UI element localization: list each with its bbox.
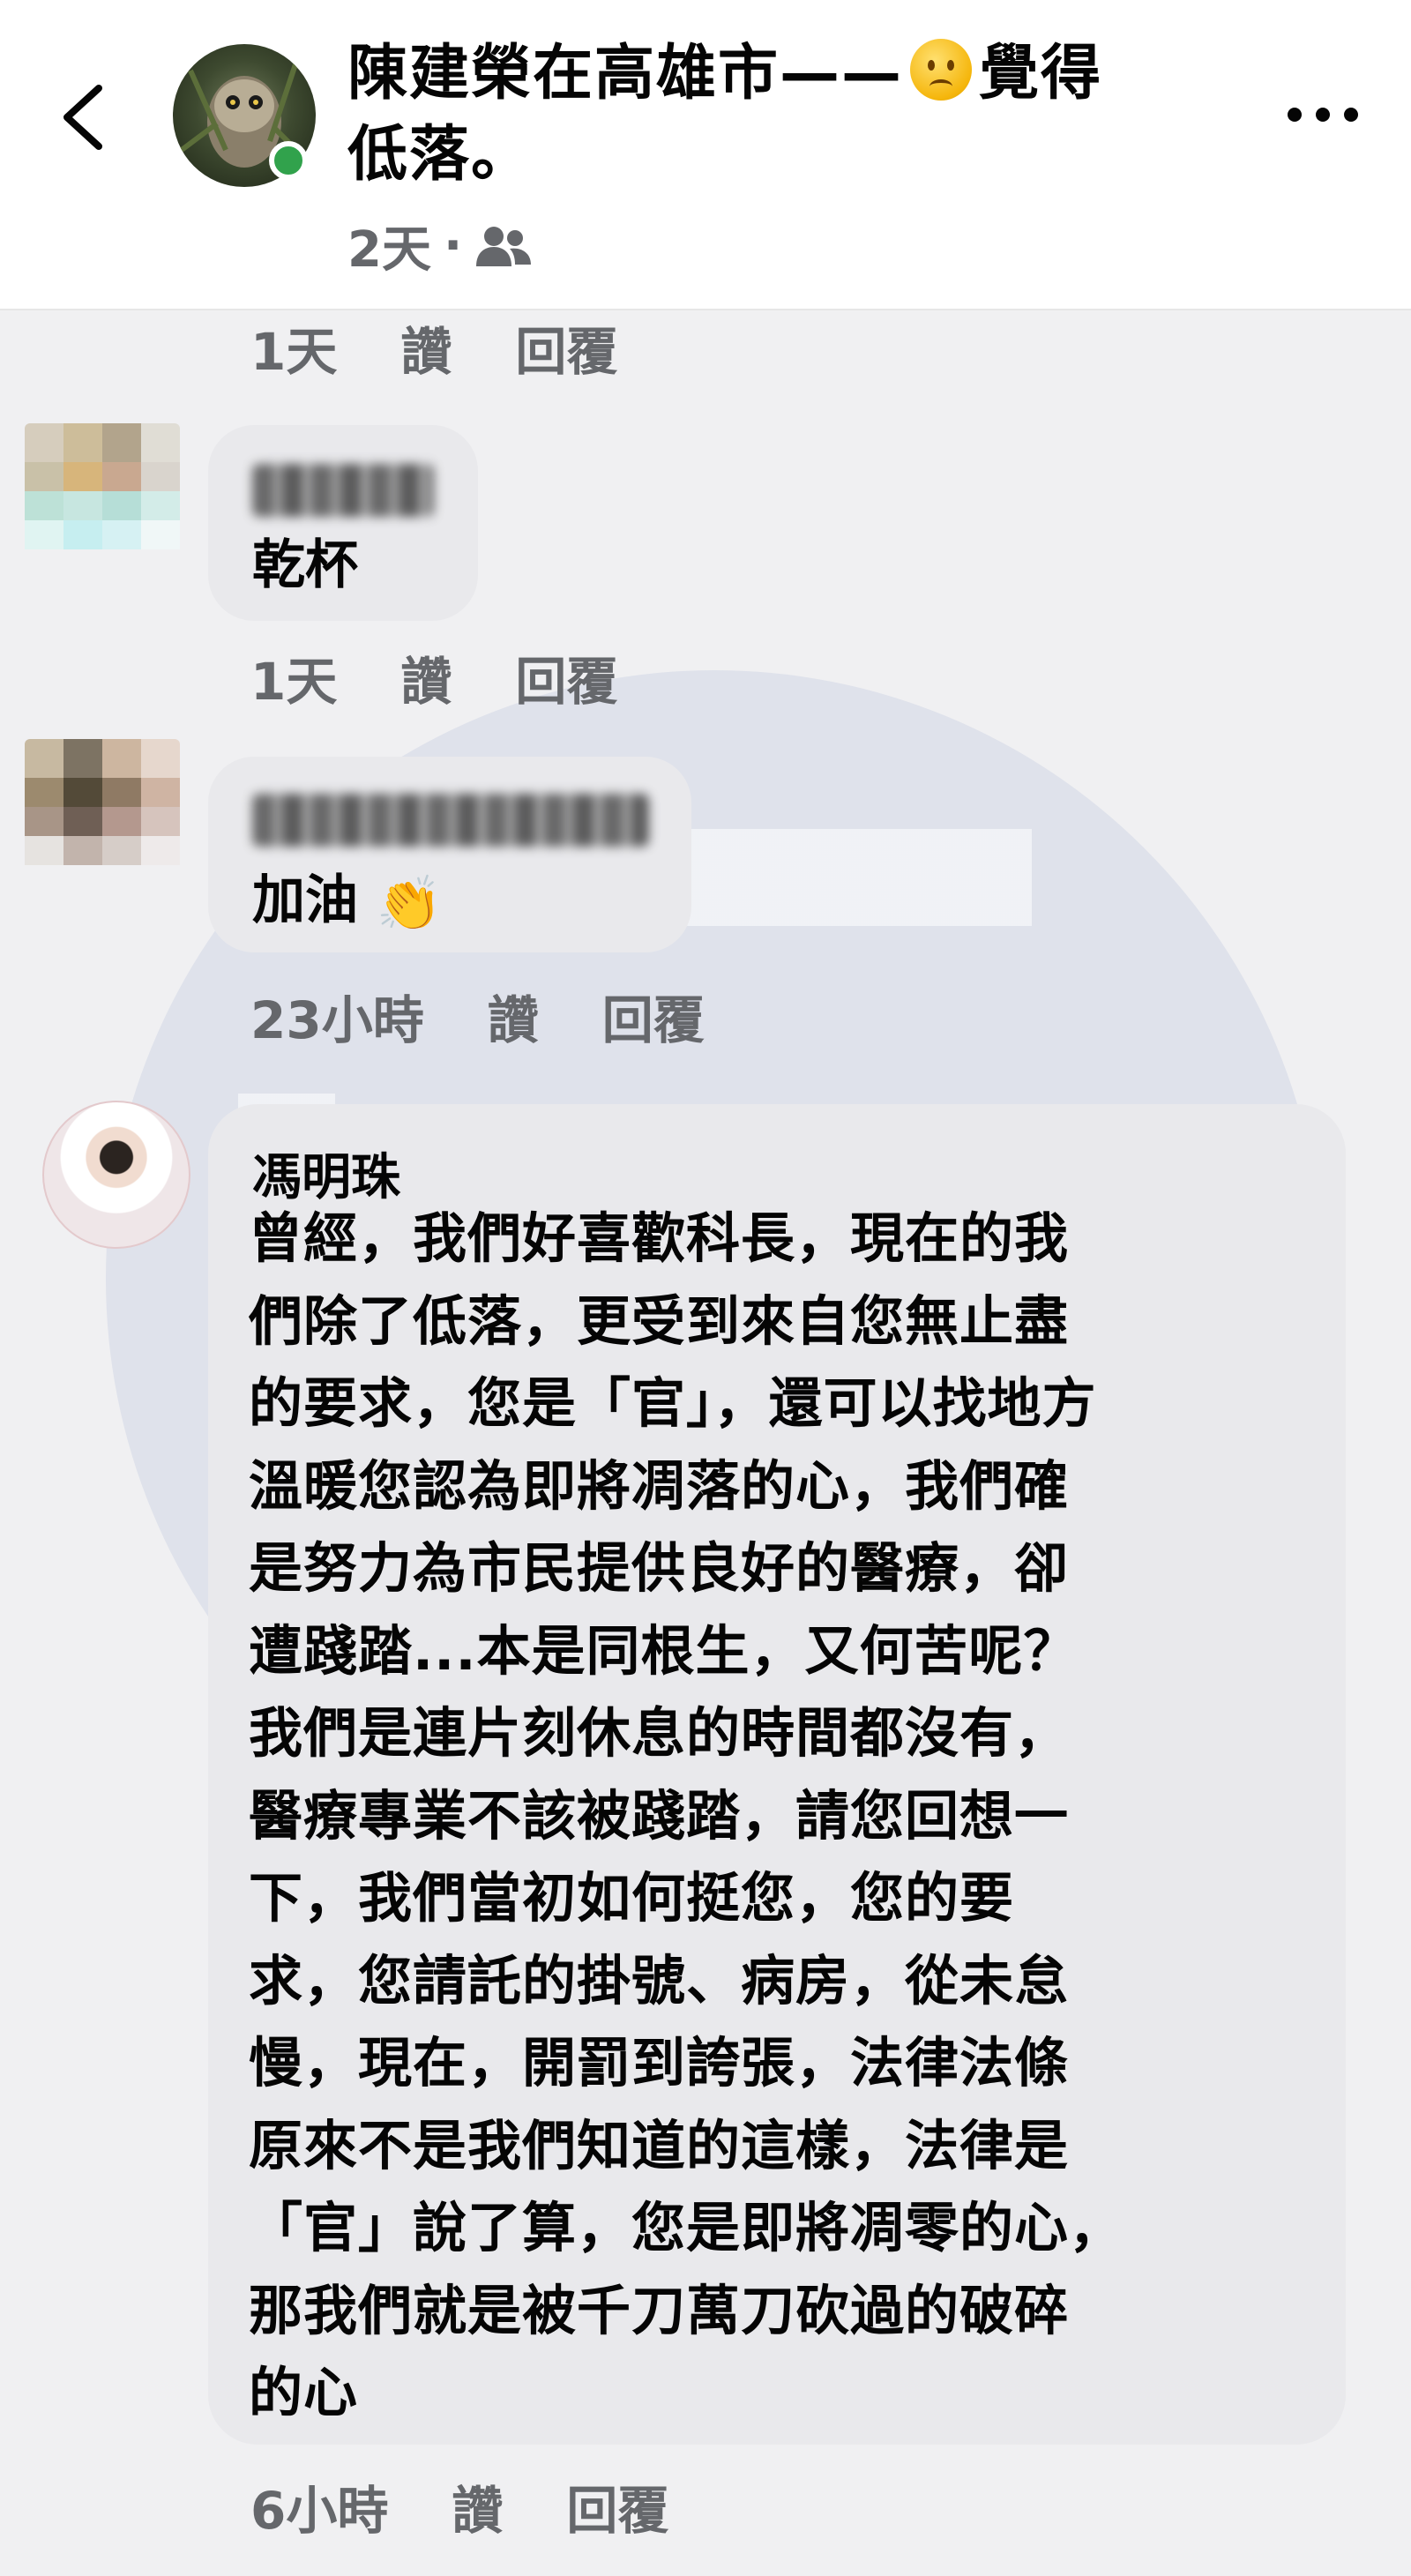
reply-button[interactable]: 回覆 <box>515 640 617 714</box>
post-time: 2天 <box>347 221 431 279</box>
post-header: 陳建榮在高雄市—— 覺得 低落。 2天 · <box>0 0 1411 310</box>
dot-icon <box>1288 108 1302 122</box>
post-meta: 2天 · <box>347 210 533 281</box>
title-feeling-text: 覺得 <box>979 39 1103 108</box>
more-options-button[interactable] <box>1288 97 1358 132</box>
comment-text: 乾杯 <box>252 534 358 596</box>
back-button[interactable] <box>55 78 111 157</box>
chevron-left-icon <box>63 85 102 150</box>
avatar[interactable] <box>25 739 180 894</box>
reply-button[interactable]: 回覆 <box>566 2469 668 2543</box>
avatar[interactable] <box>25 423 180 579</box>
meta-separator: · <box>443 217 463 274</box>
reply-button[interactable]: 回覆 <box>602 979 705 1053</box>
avatar[interactable] <box>42 1101 190 1249</box>
like-button[interactable]: 讚 <box>400 310 452 385</box>
title-feeling-word: 低落。 <box>347 120 534 190</box>
online-status-indicator <box>269 141 308 180</box>
comment-text: 曾經，我們好喜歡科長，現在的我 們除了低落，更受到來自您無止盡 的要求，您是「官… <box>249 1207 1124 2424</box>
comment-time: 1天 <box>250 652 338 712</box>
title-text: 陳建榮在高雄市—— <box>347 39 904 108</box>
comment-actions: 23小時 讚 回覆 <box>250 979 705 1053</box>
comment-time: 6小時 <box>250 2481 389 2541</box>
post-title[interactable]: 陳建榮在高雄市—— 覺得 低落。 <box>347 34 1229 196</box>
dot-icon <box>1316 108 1330 122</box>
comment-text-body: 加油 <box>252 870 358 931</box>
comment-time: 23小時 <box>250 990 424 1050</box>
blurred-author-name <box>252 794 649 847</box>
comment-text: 加油 👏 <box>252 870 443 935</box>
clapping-hands-icon: 👏 <box>376 873 443 935</box>
comment-actions: 1天 讚 回覆 <box>250 640 617 714</box>
like-button[interactable]: 讚 <box>488 979 539 1053</box>
sad-face-icon <box>910 39 973 101</box>
comment-bubble[interactable]: 加油 👏 <box>208 757 691 952</box>
dot-icon <box>1344 108 1358 122</box>
like-button[interactable]: 讚 <box>452 2469 503 2543</box>
friends-icon <box>476 226 532 266</box>
comment-actions: 1天 讚 回覆 <box>250 310 617 385</box>
comment-bubble[interactable]: 乾杯 <box>208 425 478 621</box>
comment-time: 1天 <box>250 322 338 382</box>
blurred-author-name <box>252 464 434 517</box>
reply-button[interactable]: 回覆 <box>515 310 617 385</box>
like-button[interactable]: 讚 <box>400 640 452 714</box>
comment-actions: 6小時 讚 回覆 <box>250 2469 668 2543</box>
